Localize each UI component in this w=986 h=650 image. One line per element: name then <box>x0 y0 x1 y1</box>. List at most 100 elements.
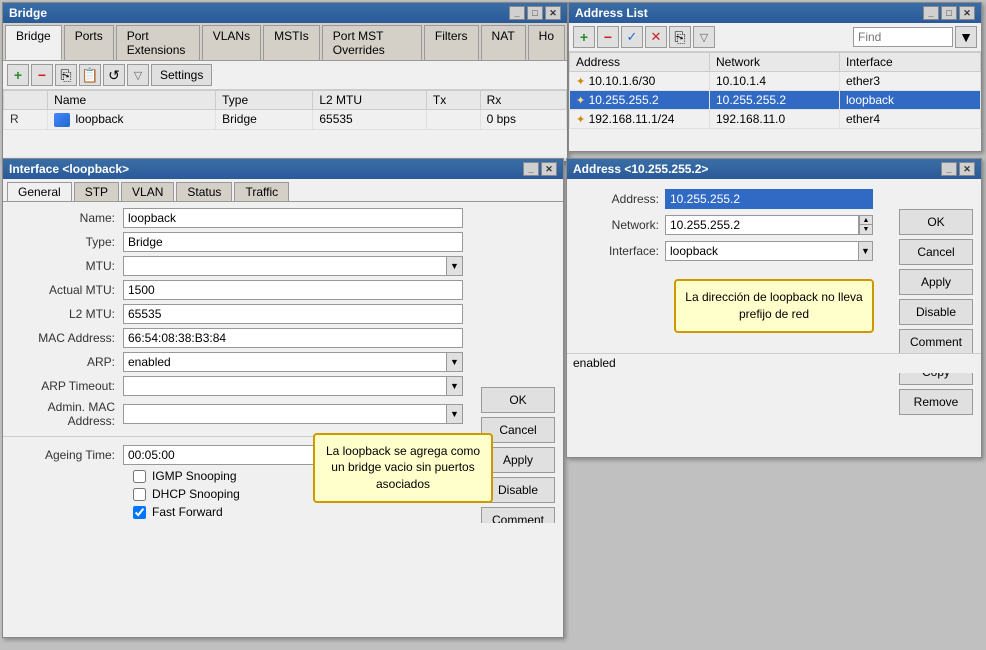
addr-network-input[interactable] <box>665 215 859 235</box>
l2-mtu-input[interactable] <box>123 304 463 324</box>
arp-arrow-btn[interactable]: ▼ <box>447 352 463 372</box>
addr-table-container: Address Network Interface ✦ 10.10.1.6/30… <box>569 52 981 140</box>
bridge-filter-btn[interactable]: ▽ <box>127 64 149 86</box>
table-row[interactable]: R loopback Bridge 65535 0 bps <box>4 110 567 130</box>
tab-ports[interactable]: Ports <box>64 25 114 60</box>
tab-port-extensions[interactable]: Port Extensions <box>116 25 200 60</box>
addr-col-network[interactable]: Network <box>710 53 840 72</box>
col-type[interactable]: Type <box>216 91 313 110</box>
col-l2mtu[interactable]: L2 MTU <box>313 91 427 110</box>
addr-list-maximize-btn[interactable]: □ <box>941 6 957 20</box>
interface-close-btn[interactable]: ✕ <box>541 162 557 176</box>
addr-cell-3: ✦ 192.168.11.1/24 <box>570 110 710 129</box>
interface-arrow-btn[interactable]: ▼ <box>859 241 873 261</box>
iface-comment-btn[interactable]: Comment <box>481 507 555 523</box>
bridge-paste-btn[interactable]: 📋 <box>79 64 101 86</box>
name-input[interactable] <box>123 208 463 228</box>
tab-filters[interactable]: Filters <box>424 25 479 60</box>
bridge-minimize-btn[interactable]: _ <box>509 6 525 20</box>
col-tx[interactable]: Tx <box>426 91 480 110</box>
scroll-down-btn[interactable]: ▼ <box>955 26 977 48</box>
loopback-callout-text: La loopback se agrega como un bridge vac… <box>326 444 480 492</box>
addr-col-interface[interactable]: Interface <box>840 53 981 72</box>
tab-mstis[interactable]: MSTIs <box>263 25 320 60</box>
tab-traffic[interactable]: Traffic <box>234 182 289 201</box>
admin-mac-row: Admin. MAC Address: ▼ <box>3 400 473 428</box>
addr-x-btn[interactable]: ✕ <box>645 26 667 48</box>
bridge-close-btn[interactable]: ✕ <box>545 6 561 20</box>
interface-tab-bar: General STP VLAN Status Traffic <box>3 179 563 202</box>
name-row: Name: <box>3 208 473 228</box>
addr-cell-2: ✦ 10.255.255.2 <box>570 91 710 110</box>
addr-remove-btn[interactable]: Remove <box>899 389 973 415</box>
admin-mac-input[interactable] <box>123 404 447 424</box>
addr-icon-1: ✦ <box>576 76 585 88</box>
arp-timeout-arrow-btn[interactable]: ▼ <box>447 376 463 396</box>
interface-cell-3: ether4 <box>840 110 981 129</box>
tab-status[interactable]: Status <box>176 182 232 201</box>
addr-filter-btn[interactable]: ▽ <box>693 26 715 48</box>
addr-address-label: Address: <box>585 192 665 206</box>
network-up-btn[interactable]: ▲ <box>859 215 873 225</box>
bridge-add-btn[interactable]: + <box>7 64 29 86</box>
addr-col-address[interactable]: Address <box>570 53 710 72</box>
bridge-copy-btn[interactable]: ⎘ <box>55 64 77 86</box>
arp-input[interactable] <box>123 352 447 372</box>
tab-stp[interactable]: STP <box>74 182 119 201</box>
tab-general[interactable]: General <box>7 182 72 201</box>
tab-port-mst-overrides[interactable]: Port MST Overrides <box>322 25 422 60</box>
address-list-window: Address List _ □ ✕ + − ✓ ✕ ⎘ ▽ ▼ Address… <box>568 2 982 152</box>
actual-mtu-row: Actual MTU: <box>3 280 473 300</box>
tab-ho[interactable]: Ho <box>528 25 565 60</box>
tab-vlans[interactable]: VLANs <box>202 25 261 60</box>
dhcp-checkbox[interactable] <box>133 488 146 501</box>
addr-ok-btn[interactable]: OK <box>899 209 973 235</box>
bridge-reset-btn[interactable]: ↺ <box>103 64 125 86</box>
tab-bridge[interactable]: Bridge <box>5 25 62 60</box>
col-rx[interactable]: Rx <box>480 91 566 110</box>
col-name[interactable]: Name <box>48 91 216 110</box>
addr-comment-btn[interactable]: Comment <box>899 329 973 355</box>
settings-label: Settings <box>160 68 203 82</box>
arp-timeout-input[interactable] <box>123 376 447 396</box>
l2-mtu-row: L2 MTU: <box>3 304 473 324</box>
tab-vlan[interactable]: VLAN <box>121 182 174 201</box>
type-input[interactable] <box>123 232 463 252</box>
find-input[interactable] <box>853 27 953 47</box>
addr-list-minimize-btn[interactable]: _ <box>923 6 939 20</box>
addr-row-1[interactable]: ✦ 10.10.1.6/30 10.10.1.4 ether3 <box>570 72 981 91</box>
admin-mac-arrow-btn[interactable]: ▼ <box>447 404 463 424</box>
bridge-maximize-btn[interactable]: □ <box>527 6 543 20</box>
addr-remove-btn[interactable]: − <box>597 26 619 48</box>
igmp-label: IGMP Snooping <box>152 469 237 483</box>
addr-interface-input[interactable] <box>665 241 859 261</box>
iface-ok-btn[interactable]: OK <box>481 387 555 413</box>
addr-row-2[interactable]: ✦ 10.255.255.2 10.255.255.2 loopback <box>570 91 981 110</box>
mtu-arrow-btn[interactable]: ▼ <box>447 256 463 276</box>
igmp-checkbox[interactable] <box>133 470 146 483</box>
addr-address-input[interactable] <box>665 189 873 209</box>
interface-minimize-btn[interactable]: _ <box>523 162 539 176</box>
addr-copy2-btn[interactable]: ⎘ <box>669 26 691 48</box>
mtu-input-container: ▼ <box>123 256 463 276</box>
bridge-settings-btn[interactable]: Settings <box>151 64 212 86</box>
bridge-remove-btn[interactable]: − <box>31 64 53 86</box>
addr-list-close-btn[interactable]: ✕ <box>959 6 975 20</box>
tab-nat[interactable]: NAT <box>481 25 526 60</box>
fastforward-checkbox[interactable] <box>133 506 146 519</box>
network-down-btn[interactable]: ▼ <box>859 225 873 235</box>
mac-input[interactable] <box>123 328 463 348</box>
network-cell-2: 10.255.255.2 <box>710 91 840 110</box>
address-list-titlebar: Address List _ □ ✕ <box>569 3 981 23</box>
actual-mtu-input[interactable] <box>123 280 463 300</box>
arp-timeout-label: ARP Timeout: <box>13 379 123 393</box>
addr-check-btn[interactable]: ✓ <box>621 26 643 48</box>
addr-detail-minimize-btn[interactable]: _ <box>941 162 957 176</box>
addr-row-3[interactable]: ✦ 192.168.11.1/24 192.168.11.0 ether4 <box>570 110 981 129</box>
addr-cancel-btn[interactable]: Cancel <box>899 239 973 265</box>
addr-filter-icon: ▽ <box>700 31 708 44</box>
network-cell-1: 10.10.1.4 <box>710 72 840 91</box>
mtu-input[interactable] <box>123 256 447 276</box>
addr-add-btn[interactable]: + <box>573 26 595 48</box>
addr-detail-close-btn[interactable]: ✕ <box>959 162 975 176</box>
